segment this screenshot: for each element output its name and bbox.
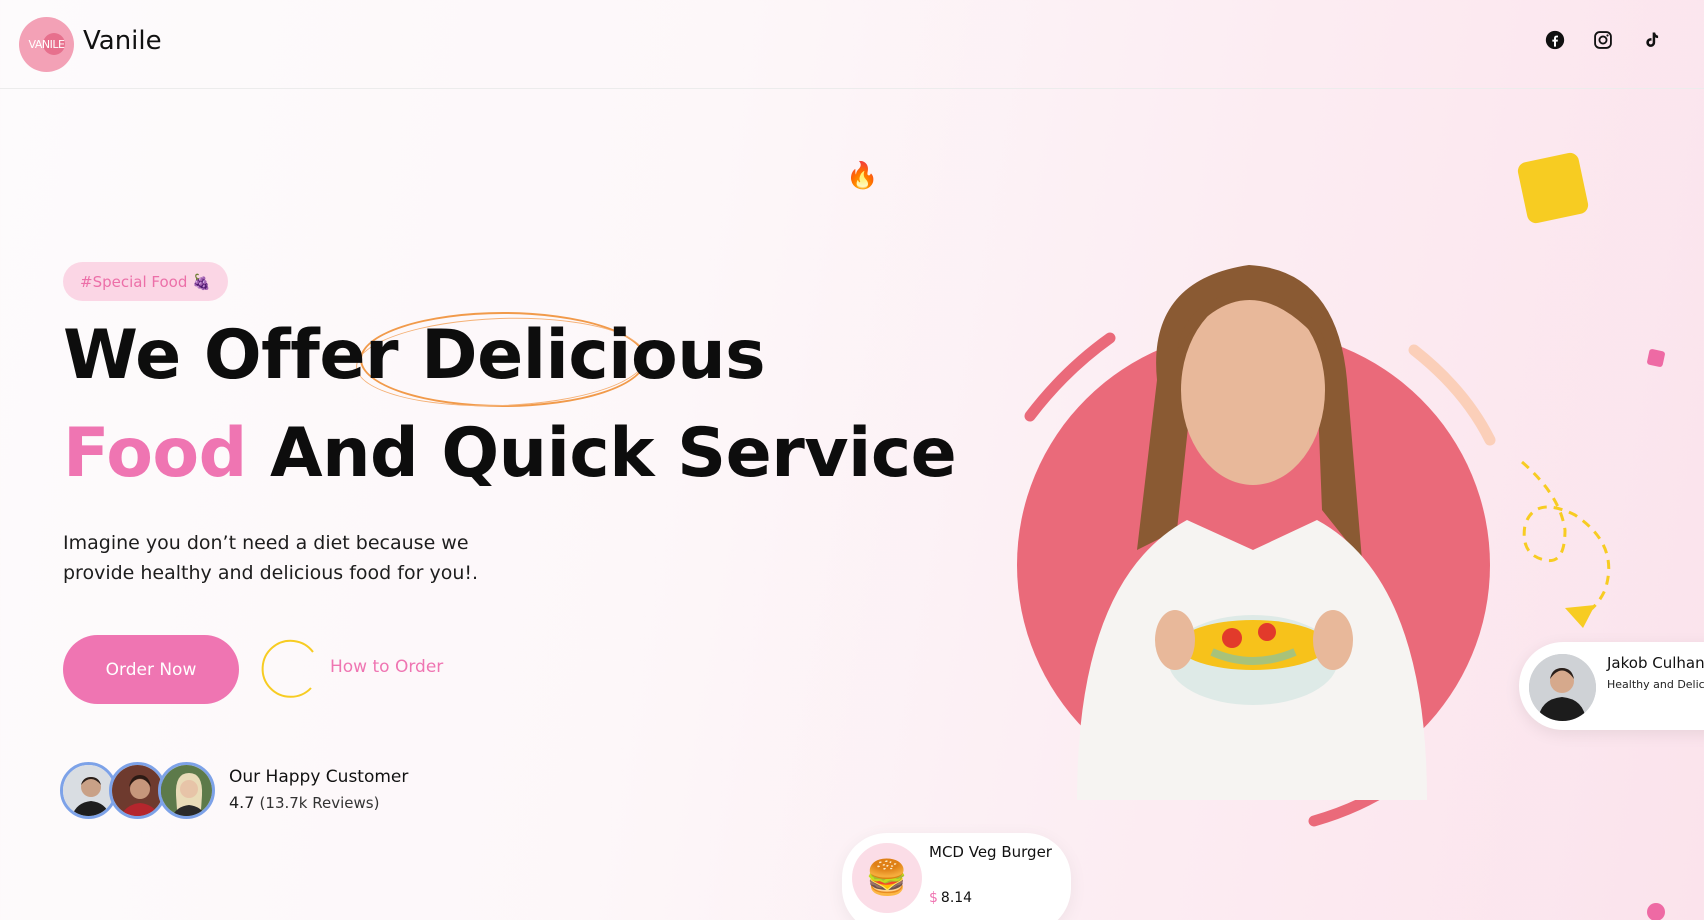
burger-icon: 🍔 [852,843,922,913]
review-count: (13.7k Reviews) [259,794,380,812]
arrow-head-decor [1565,605,1595,628]
headline-line-1: We Offer Delicious [63,316,766,395]
woman-with-salad-image [1077,265,1427,800]
product-name: MCD Veg Burger [929,843,1052,861]
review-card[interactable]: Jakob Culhane Healthy and Delicious [1519,642,1704,730]
reviewer-subtitle: Healthy and Delicious [1607,678,1704,691]
customer-rating: 4.7 (13.7k Reviews) [229,793,379,812]
dashed-path-decor [1521,460,1611,620]
order-now-button[interactable]: Order Now [63,635,239,704]
currency-symbol: $ [929,890,938,906]
reviewer-avatar [1529,654,1596,721]
logo-text: VANILE [28,38,65,51]
pink-square-decor [1647,349,1665,367]
hero-description: Imagine you don’t need a diet because we… [63,532,479,584]
play-circle-icon[interactable] [259,638,321,700]
price-value: 8.14 [940,890,973,906]
rating-value: 4.7 [229,793,255,812]
pink-dot-decor [1647,903,1665,920]
product-price: $8.14 [929,890,972,906]
product-card[interactable]: 🍔 MCD Veg Burger $8.14 [842,833,1071,920]
special-food-tag: #Special Food 🍇 [63,262,228,301]
headline-line-2: Food And Quick Service [63,414,957,493]
headline-rest: And Quick Service [246,414,957,493]
reviewer-name: Jakob Culhane [1607,654,1704,672]
yellow-square-decor [1517,152,1589,224]
happy-customer-title: Our Happy Customer [229,767,409,787]
customer-avatar-3 [158,762,215,819]
headline-highlight-food: Food [63,414,247,493]
how-to-order-link[interactable]: How to Order [330,657,443,677]
